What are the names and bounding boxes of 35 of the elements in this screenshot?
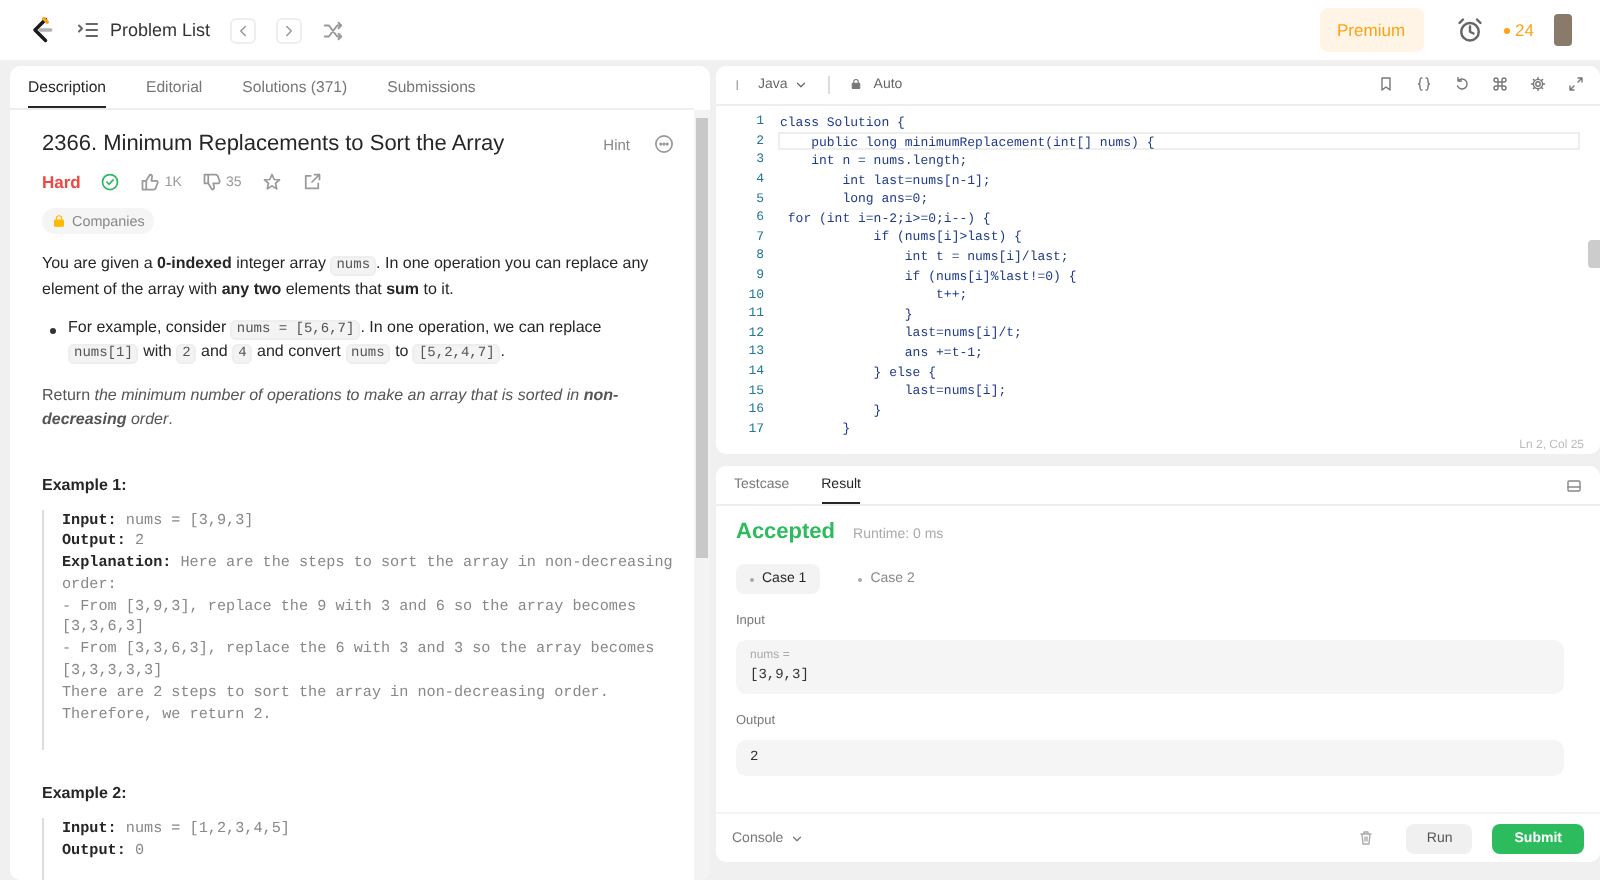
more-options-icon[interactable]	[654, 134, 674, 154]
alarm-clock-icon[interactable]	[1455, 16, 1484, 44]
command-icon[interactable]	[1492, 76, 1508, 93]
difficulty-label: Hard	[42, 172, 81, 192]
previous-button[interactable]	[230, 17, 257, 43]
reset-icon[interactable]	[1454, 76, 1470, 93]
panel-layout-icon[interactable]	[1566, 477, 1582, 493]
expand-icon[interactable]	[1568, 76, 1584, 93]
chevron-down-icon	[793, 77, 808, 92]
logo-icon[interactable]	[28, 16, 56, 44]
braces-icon[interactable]	[1416, 76, 1432, 93]
lock-icon	[52, 214, 66, 228]
bullet-icon	[50, 327, 56, 333]
trash-icon[interactable]	[1358, 830, 1375, 846]
shuffle-icon[interactable]	[322, 19, 345, 41]
chevron-down-icon	[789, 831, 804, 845]
problem-list-link[interactable]: Problem List	[110, 20, 211, 40]
bookmark-icon[interactable]	[1378, 76, 1394, 93]
list-icon[interactable]	[76, 18, 100, 42]
thumbs-up-icon[interactable]	[140, 172, 161, 192]
example-heading: Example 1:	[42, 475, 129, 493]
avatar[interactable]	[1554, 14, 1572, 46]
side-tab-handle[interactable]	[1588, 240, 1600, 268]
settings-icon[interactable]	[1530, 76, 1546, 93]
share-icon[interactable]	[301, 172, 322, 192]
lock-icon	[849, 78, 862, 91]
star-icon[interactable]	[261, 172, 282, 192]
result-status: Accepted	[736, 520, 836, 544]
next-button[interactable]	[276, 17, 303, 43]
thumbs-down-icon[interactable]	[201, 172, 222, 192]
problem-title: 2366. Minimum Replacements to Sort the Array	[42, 132, 505, 156]
example-heading: Example 2:	[42, 784, 129, 803]
streak-dot-icon	[1503, 27, 1510, 33]
paragraph: Return the minimum number of operations to make an array that is sorted in non-decreasing order.	[42, 383, 621, 431]
scrollbar[interactable]	[694, 110, 710, 880]
